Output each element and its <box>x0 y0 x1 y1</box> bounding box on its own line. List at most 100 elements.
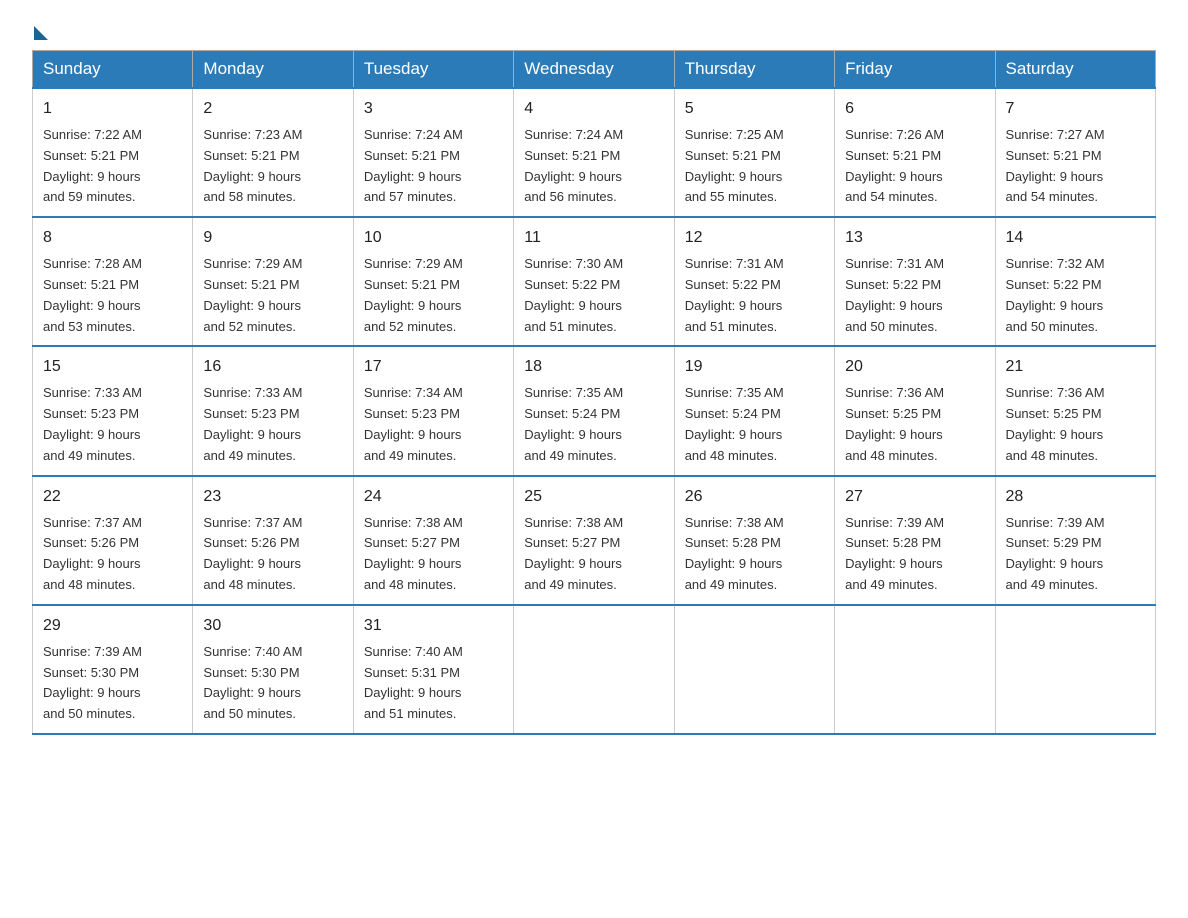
calendar-day-cell: 17 Sunrise: 7:34 AM Sunset: 5:23 PM Dayl… <box>353 346 513 475</box>
day-info: Sunrise: 7:24 AM Sunset: 5:21 PM Dayligh… <box>364 127 463 204</box>
day-info: Sunrise: 7:35 AM Sunset: 5:24 PM Dayligh… <box>685 385 784 462</box>
day-info: Sunrise: 7:38 AM Sunset: 5:28 PM Dayligh… <box>685 515 784 592</box>
day-number: 8 <box>43 226 182 250</box>
day-number: 24 <box>364 485 503 509</box>
calendar-day-cell: 2 Sunrise: 7:23 AM Sunset: 5:21 PM Dayli… <box>193 88 353 217</box>
calendar-day-cell: 16 Sunrise: 7:33 AM Sunset: 5:23 PM Dayl… <box>193 346 353 475</box>
calendar-day-cell: 27 Sunrise: 7:39 AM Sunset: 5:28 PM Dayl… <box>835 476 995 605</box>
calendar-week-row: 1 Sunrise: 7:22 AM Sunset: 5:21 PM Dayli… <box>33 88 1156 217</box>
day-info: Sunrise: 7:39 AM Sunset: 5:28 PM Dayligh… <box>845 515 944 592</box>
calendar-day-cell: 18 Sunrise: 7:35 AM Sunset: 5:24 PM Dayl… <box>514 346 674 475</box>
day-number: 4 <box>524 97 663 121</box>
day-number: 5 <box>685 97 824 121</box>
day-info: Sunrise: 7:37 AM Sunset: 5:26 PM Dayligh… <box>203 515 302 592</box>
calendar-day-cell: 29 Sunrise: 7:39 AM Sunset: 5:30 PM Dayl… <box>33 605 193 734</box>
day-info: Sunrise: 7:40 AM Sunset: 5:31 PM Dayligh… <box>364 644 463 721</box>
calendar-day-cell <box>995 605 1155 734</box>
day-info: Sunrise: 7:39 AM Sunset: 5:29 PM Dayligh… <box>1006 515 1105 592</box>
day-number: 1 <box>43 97 182 121</box>
day-number: 26 <box>685 485 824 509</box>
calendar-table: SundayMondayTuesdayWednesdayThursdayFrid… <box>32 50 1156 735</box>
calendar-day-cell: 11 Sunrise: 7:30 AM Sunset: 5:22 PM Dayl… <box>514 217 674 346</box>
day-info: Sunrise: 7:33 AM Sunset: 5:23 PM Dayligh… <box>203 385 302 462</box>
calendar-day-cell: 24 Sunrise: 7:38 AM Sunset: 5:27 PM Dayl… <box>353 476 513 605</box>
day-info: Sunrise: 7:38 AM Sunset: 5:27 PM Dayligh… <box>524 515 623 592</box>
day-number: 19 <box>685 355 824 379</box>
day-info: Sunrise: 7:28 AM Sunset: 5:21 PM Dayligh… <box>43 256 142 333</box>
day-info: Sunrise: 7:27 AM Sunset: 5:21 PM Dayligh… <box>1006 127 1105 204</box>
day-number: 22 <box>43 485 182 509</box>
day-info: Sunrise: 7:39 AM Sunset: 5:30 PM Dayligh… <box>43 644 142 721</box>
day-number: 6 <box>845 97 984 121</box>
day-info: Sunrise: 7:31 AM Sunset: 5:22 PM Dayligh… <box>685 256 784 333</box>
day-number: 17 <box>364 355 503 379</box>
calendar-week-row: 29 Sunrise: 7:39 AM Sunset: 5:30 PM Dayl… <box>33 605 1156 734</box>
day-of-week-header: Saturday <box>995 51 1155 89</box>
calendar-day-cell: 28 Sunrise: 7:39 AM Sunset: 5:29 PM Dayl… <box>995 476 1155 605</box>
page-header <box>32 24 1156 34</box>
day-info: Sunrise: 7:32 AM Sunset: 5:22 PM Dayligh… <box>1006 256 1105 333</box>
day-info: Sunrise: 7:25 AM Sunset: 5:21 PM Dayligh… <box>685 127 784 204</box>
calendar-header-row: SundayMondayTuesdayWednesdayThursdayFrid… <box>33 51 1156 89</box>
day-info: Sunrise: 7:36 AM Sunset: 5:25 PM Dayligh… <box>845 385 944 462</box>
calendar-day-cell: 8 Sunrise: 7:28 AM Sunset: 5:21 PM Dayli… <box>33 217 193 346</box>
calendar-day-cell: 19 Sunrise: 7:35 AM Sunset: 5:24 PM Dayl… <box>674 346 834 475</box>
calendar-day-cell: 3 Sunrise: 7:24 AM Sunset: 5:21 PM Dayli… <box>353 88 513 217</box>
day-info: Sunrise: 7:37 AM Sunset: 5:26 PM Dayligh… <box>43 515 142 592</box>
day-info: Sunrise: 7:22 AM Sunset: 5:21 PM Dayligh… <box>43 127 142 204</box>
calendar-day-cell: 15 Sunrise: 7:33 AM Sunset: 5:23 PM Dayl… <box>33 346 193 475</box>
day-number: 10 <box>364 226 503 250</box>
day-info: Sunrise: 7:29 AM Sunset: 5:21 PM Dayligh… <box>203 256 302 333</box>
calendar-day-cell: 21 Sunrise: 7:36 AM Sunset: 5:25 PM Dayl… <box>995 346 1155 475</box>
day-number: 13 <box>845 226 984 250</box>
calendar-day-cell: 5 Sunrise: 7:25 AM Sunset: 5:21 PM Dayli… <box>674 88 834 217</box>
day-info: Sunrise: 7:35 AM Sunset: 5:24 PM Dayligh… <box>524 385 623 462</box>
calendar-day-cell: 10 Sunrise: 7:29 AM Sunset: 5:21 PM Dayl… <box>353 217 513 346</box>
calendar-day-cell: 26 Sunrise: 7:38 AM Sunset: 5:28 PM Dayl… <box>674 476 834 605</box>
logo <box>32 24 50 34</box>
calendar-week-row: 22 Sunrise: 7:37 AM Sunset: 5:26 PM Dayl… <box>33 476 1156 605</box>
day-number: 21 <box>1006 355 1145 379</box>
day-info: Sunrise: 7:33 AM Sunset: 5:23 PM Dayligh… <box>43 385 142 462</box>
calendar-day-cell: 20 Sunrise: 7:36 AM Sunset: 5:25 PM Dayl… <box>835 346 995 475</box>
day-number: 20 <box>845 355 984 379</box>
calendar-day-cell: 7 Sunrise: 7:27 AM Sunset: 5:21 PM Dayli… <box>995 88 1155 217</box>
day-number: 30 <box>203 614 342 638</box>
day-of-week-header: Tuesday <box>353 51 513 89</box>
calendar-day-cell: 23 Sunrise: 7:37 AM Sunset: 5:26 PM Dayl… <box>193 476 353 605</box>
calendar-day-cell <box>674 605 834 734</box>
day-number: 3 <box>364 97 503 121</box>
day-of-week-header: Wednesday <box>514 51 674 89</box>
calendar-day-cell: 6 Sunrise: 7:26 AM Sunset: 5:21 PM Dayli… <box>835 88 995 217</box>
calendar-day-cell <box>514 605 674 734</box>
day-number: 15 <box>43 355 182 379</box>
calendar-day-cell: 4 Sunrise: 7:24 AM Sunset: 5:21 PM Dayli… <box>514 88 674 217</box>
calendar-day-cell: 31 Sunrise: 7:40 AM Sunset: 5:31 PM Dayl… <box>353 605 513 734</box>
day-number: 23 <box>203 485 342 509</box>
calendar-day-cell: 25 Sunrise: 7:38 AM Sunset: 5:27 PM Dayl… <box>514 476 674 605</box>
day-info: Sunrise: 7:34 AM Sunset: 5:23 PM Dayligh… <box>364 385 463 462</box>
calendar-week-row: 15 Sunrise: 7:33 AM Sunset: 5:23 PM Dayl… <box>33 346 1156 475</box>
day-number: 16 <box>203 355 342 379</box>
day-number: 12 <box>685 226 824 250</box>
calendar-day-cell: 1 Sunrise: 7:22 AM Sunset: 5:21 PM Dayli… <box>33 88 193 217</box>
day-info: Sunrise: 7:24 AM Sunset: 5:21 PM Dayligh… <box>524 127 623 204</box>
calendar-day-cell: 22 Sunrise: 7:37 AM Sunset: 5:26 PM Dayl… <box>33 476 193 605</box>
day-number: 7 <box>1006 97 1145 121</box>
day-number: 9 <box>203 226 342 250</box>
day-number: 27 <box>845 485 984 509</box>
day-number: 14 <box>1006 226 1145 250</box>
day-info: Sunrise: 7:26 AM Sunset: 5:21 PM Dayligh… <box>845 127 944 204</box>
calendar-day-cell: 13 Sunrise: 7:31 AM Sunset: 5:22 PM Dayl… <box>835 217 995 346</box>
calendar-day-cell: 9 Sunrise: 7:29 AM Sunset: 5:21 PM Dayli… <box>193 217 353 346</box>
day-of-week-header: Monday <box>193 51 353 89</box>
day-of-week-header: Thursday <box>674 51 834 89</box>
day-of-week-header: Sunday <box>33 51 193 89</box>
calendar-day-cell: 14 Sunrise: 7:32 AM Sunset: 5:22 PM Dayl… <box>995 217 1155 346</box>
day-of-week-header: Friday <box>835 51 995 89</box>
day-info: Sunrise: 7:23 AM Sunset: 5:21 PM Dayligh… <box>203 127 302 204</box>
day-number: 18 <box>524 355 663 379</box>
day-number: 2 <box>203 97 342 121</box>
day-info: Sunrise: 7:30 AM Sunset: 5:22 PM Dayligh… <box>524 256 623 333</box>
day-number: 25 <box>524 485 663 509</box>
